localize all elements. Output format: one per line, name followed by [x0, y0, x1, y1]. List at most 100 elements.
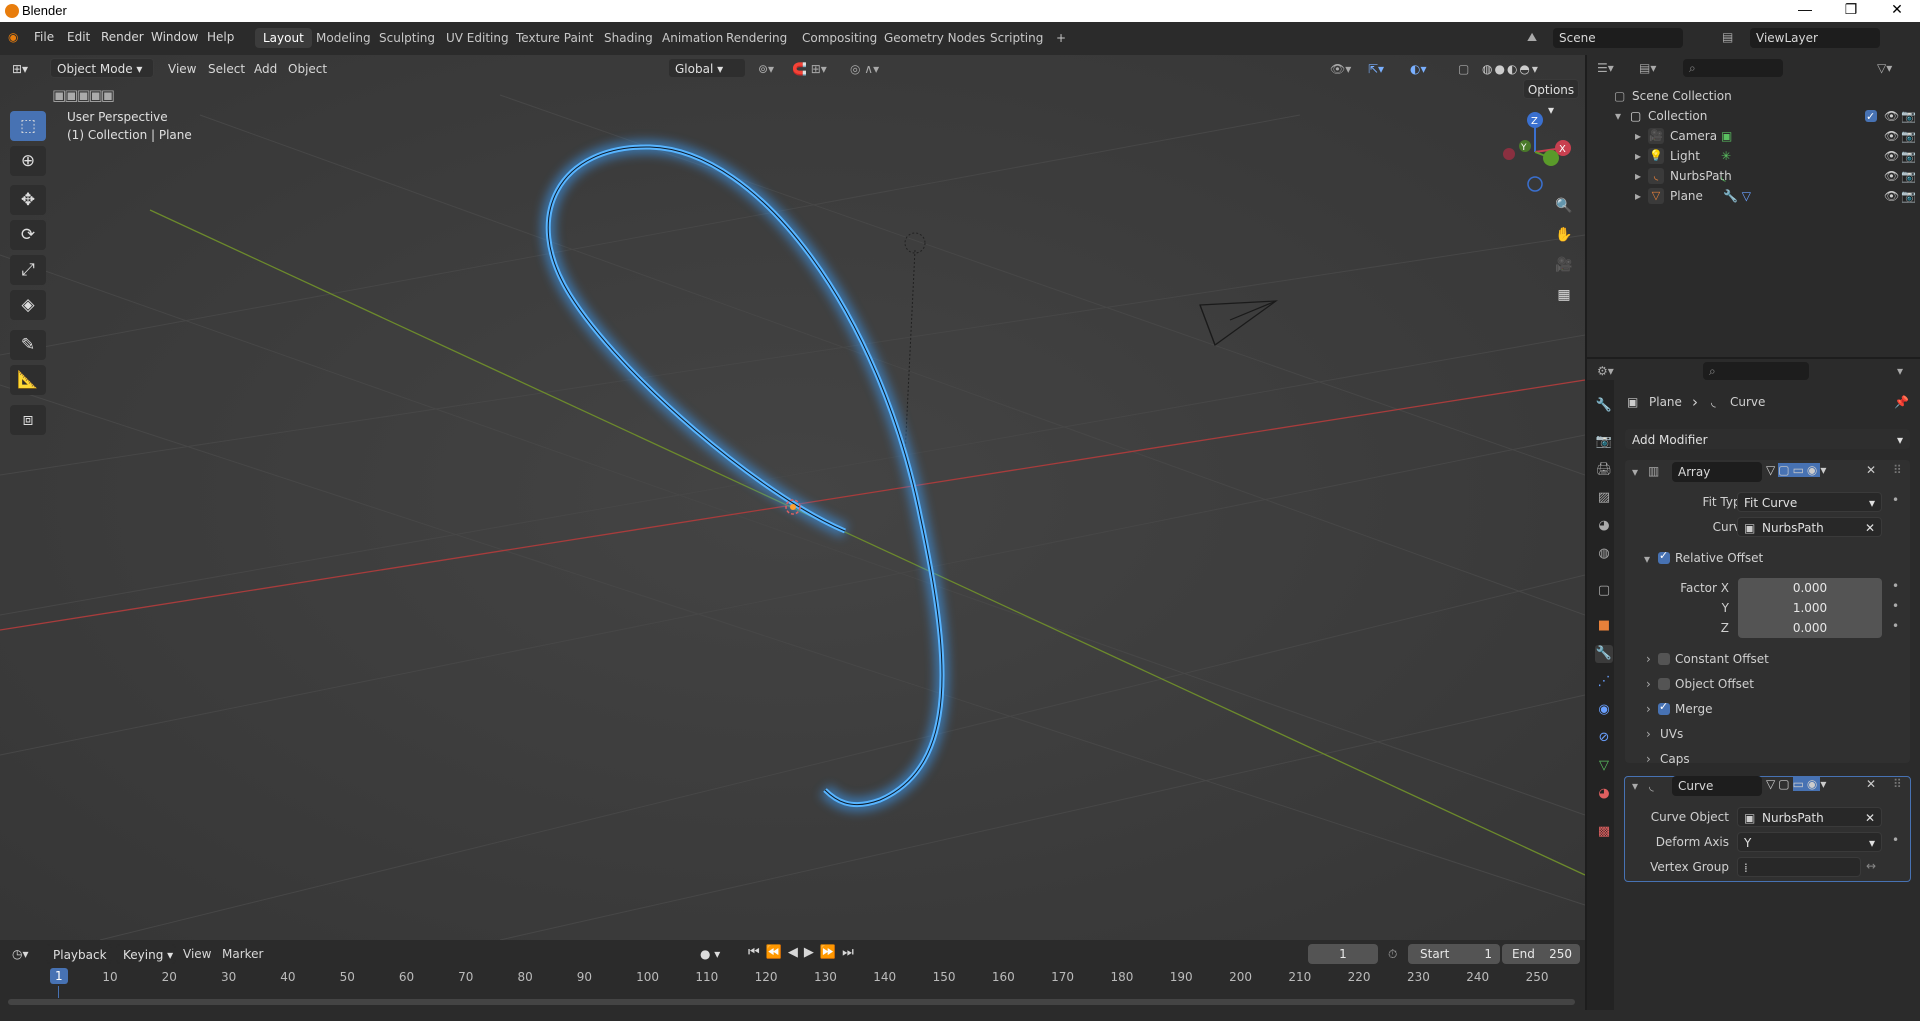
timeline-view-menu[interactable]: View	[183, 944, 211, 964]
camera-view-button[interactable]: 🎥	[1551, 252, 1577, 278]
view-layer-icon[interactable]: ▤	[1722, 30, 1733, 44]
frame-tick[interactable]: 80	[517, 970, 532, 984]
object-offset-checkbox[interactable]	[1658, 678, 1670, 690]
menu-window[interactable]: Window	[151, 30, 198, 44]
props-editor-type-icon[interactable]: ⚙▾	[1597, 364, 1614, 378]
display-mode-icon[interactable]: ▤▾	[1639, 61, 1656, 75]
clear-icon[interactable]: ✕	[1865, 808, 1875, 828]
keying-dropdown[interactable]: Keying ▾	[116, 944, 176, 964]
relative-offset-checkbox[interactable]	[1658, 549, 1670, 564]
expand-arrow-icon[interactable]: ›	[1646, 752, 1651, 766]
merge-checkbox[interactable]	[1658, 700, 1670, 715]
pan-view-button[interactable]: ✋	[1551, 222, 1577, 248]
outliner-editor-type-icon[interactable]: ☰▾	[1597, 61, 1614, 75]
drag-handle-icon[interactable]: ⠿	[1893, 463, 1902, 477]
props-options-icon[interactable]: ▾	[1897, 364, 1903, 378]
view-layer-field[interactable]: ViewLayer	[1750, 28, 1880, 48]
deform-axis-dropdown[interactable]: Y ▾	[1737, 832, 1882, 852]
cursor-tool[interactable]: ⊕	[10, 146, 46, 176]
object-menu[interactable]: Object	[288, 59, 327, 79]
expand-arrow-icon[interactable]: ›	[1646, 677, 1651, 691]
collection-tab-icon[interactable]: ▢	[1595, 582, 1613, 600]
scene-name-field[interactable]: Scene	[1553, 28, 1683, 48]
timeline-scrollbar[interactable]	[8, 999, 1575, 1005]
view-layer-tab-icon[interactable]: ▨	[1595, 489, 1613, 507]
menu-help[interactable]: Help	[207, 30, 234, 44]
object-data-icon[interactable]: ✳	[1721, 146, 1731, 166]
expand-arrow-icon[interactable]: ›	[1646, 727, 1651, 741]
physics-tab-icon[interactable]: ◉	[1595, 701, 1613, 719]
render-camera-icon[interactable]: 📷	[1901, 106, 1916, 126]
orientation-dropdown[interactable]: Global ▾	[668, 58, 746, 78]
remove-array-icon[interactable]: ✕	[1866, 463, 1876, 477]
collapse-arrow-icon[interactable]: ▾	[1644, 552, 1650, 566]
keyframe-dot-icon[interactable]: •	[1892, 833, 1899, 847]
zoom-view-button[interactable]: 🔍	[1551, 193, 1577, 219]
select-box-tool[interactable]: ⬚	[10, 111, 46, 141]
object-data-icon[interactable]: 🔧 ▽	[1723, 186, 1751, 206]
particles-tab-icon[interactable]: ⋰	[1595, 673, 1613, 691]
frame-tick[interactable]: 160	[992, 970, 1015, 984]
3d-viewport[interactable]	[0, 55, 1585, 940]
frame-tick[interactable]: 130	[814, 970, 837, 984]
mesh-data-tab-icon[interactable]: ▽	[1595, 757, 1613, 775]
transform-tool[interactable]: ◈	[10, 290, 46, 320]
constraints-tab-icon[interactable]: ⊘	[1595, 729, 1613, 747]
expand-arrow-icon[interactable]: ▸	[1635, 146, 1641, 166]
workspace-tab-modeling[interactable]: Modeling	[308, 28, 379, 48]
visibility-icon[interactable]: 👁▾	[1330, 59, 1351, 79]
workspace-tab-sculpting[interactable]: Sculpting	[371, 28, 443, 48]
menu-file[interactable]: File	[34, 30, 54, 44]
workspace-tab-layout[interactable]: Layout	[255, 28, 312, 48]
expand-arrow-icon[interactable]: ▸	[1635, 186, 1641, 206]
outliner-scene-collection[interactable]: ▢ Scene Collection	[1587, 86, 1920, 106]
playhead-line[interactable]	[58, 986, 59, 998]
shading-modes-icon[interactable]: ◍●◐◓▾	[1482, 59, 1540, 79]
current-frame-field[interactable]: 1	[1308, 944, 1378, 964]
output-tab-icon[interactable]: 🖨	[1595, 461, 1613, 479]
menu-edit[interactable]: Edit	[67, 30, 90, 44]
workspace-tab-texture-paint[interactable]: Texture Paint	[508, 28, 601, 48]
frame-tick[interactable]: 110	[695, 970, 718, 984]
frame-tick[interactable]: 140	[873, 970, 896, 984]
workspace-tab-rendering[interactable]: Rendering	[718, 28, 795, 48]
curve-mod-object-field[interactable]: ▣ NurbsPath ✕	[1737, 807, 1882, 827]
frame-tick[interactable]: 50	[340, 970, 355, 984]
add-cube-tool[interactable]: ⧈	[10, 405, 46, 435]
frame-tick[interactable]: 30	[221, 970, 236, 984]
playback-dropdown[interactable]: Playback ▾	[46, 944, 112, 982]
outliner-item-nurbspath[interactable]: ▸ ◟ NurbsPath ◟ 👁 📷	[1587, 166, 1920, 186]
xray-icon[interactable]: ▢	[1458, 59, 1469, 79]
object-tab-icon[interactable]: ■	[1595, 617, 1613, 635]
frame-tick[interactable]: 60	[399, 970, 414, 984]
keyframe-dot-icon[interactable]: •	[1892, 619, 1899, 633]
invert-icon[interactable]: ↔	[1866, 859, 1876, 873]
eye-icon[interactable]: 👁	[1884, 146, 1899, 166]
pivot-icon[interactable]: ⊚▾	[758, 59, 774, 79]
object-data-icon[interactable]: ▣	[1721, 126, 1732, 146]
curve-mod-name-field[interactable]: Curve	[1672, 776, 1762, 796]
workspace-tab-geometry-nodes[interactable]: Geometry Nodes	[876, 28, 993, 48]
object-data-icon[interactable]: ◟	[1721, 166, 1726, 186]
frame-tick[interactable]: 170	[1051, 970, 1074, 984]
maximize-button[interactable]: ❐	[1836, 1, 1866, 18]
minimize-button[interactable]: —	[1790, 1, 1820, 17]
rotate-tool[interactable]: ⟳	[10, 220, 46, 250]
current-frame-tick[interactable]: 1	[50, 968, 68, 984]
mode-dropdown[interactable]: Object Mode ▾	[50, 58, 154, 78]
frame-tick[interactable]: 220	[1348, 970, 1371, 984]
blender-menu-icon[interactable]: ◉	[8, 30, 18, 44]
keyframe-dot-icon[interactable]: •	[1892, 579, 1899, 593]
scale-tool[interactable]: ⤢	[10, 255, 46, 285]
props-search-input[interactable]: ⌕	[1703, 362, 1809, 380]
render-camera-icon[interactable]: 📷	[1901, 126, 1916, 146]
frame-tick[interactable]: 90	[577, 970, 592, 984]
expand-arrow-icon[interactable]: ▸	[1635, 126, 1641, 146]
timeline-editor-type-icon[interactable]: ◷▾	[12, 944, 29, 964]
measure-tool[interactable]: 📐	[10, 365, 46, 395]
render-camera-icon[interactable]: 📷	[1901, 186, 1916, 206]
workspace-tab-uv-editing[interactable]: UV Editing	[438, 28, 517, 48]
workspace-tab-compositing[interactable]: Compositing	[794, 28, 885, 48]
fit-type-dropdown[interactable]: Fit Curve ▾	[1737, 492, 1882, 512]
frame-tick[interactable]: 120	[755, 970, 778, 984]
